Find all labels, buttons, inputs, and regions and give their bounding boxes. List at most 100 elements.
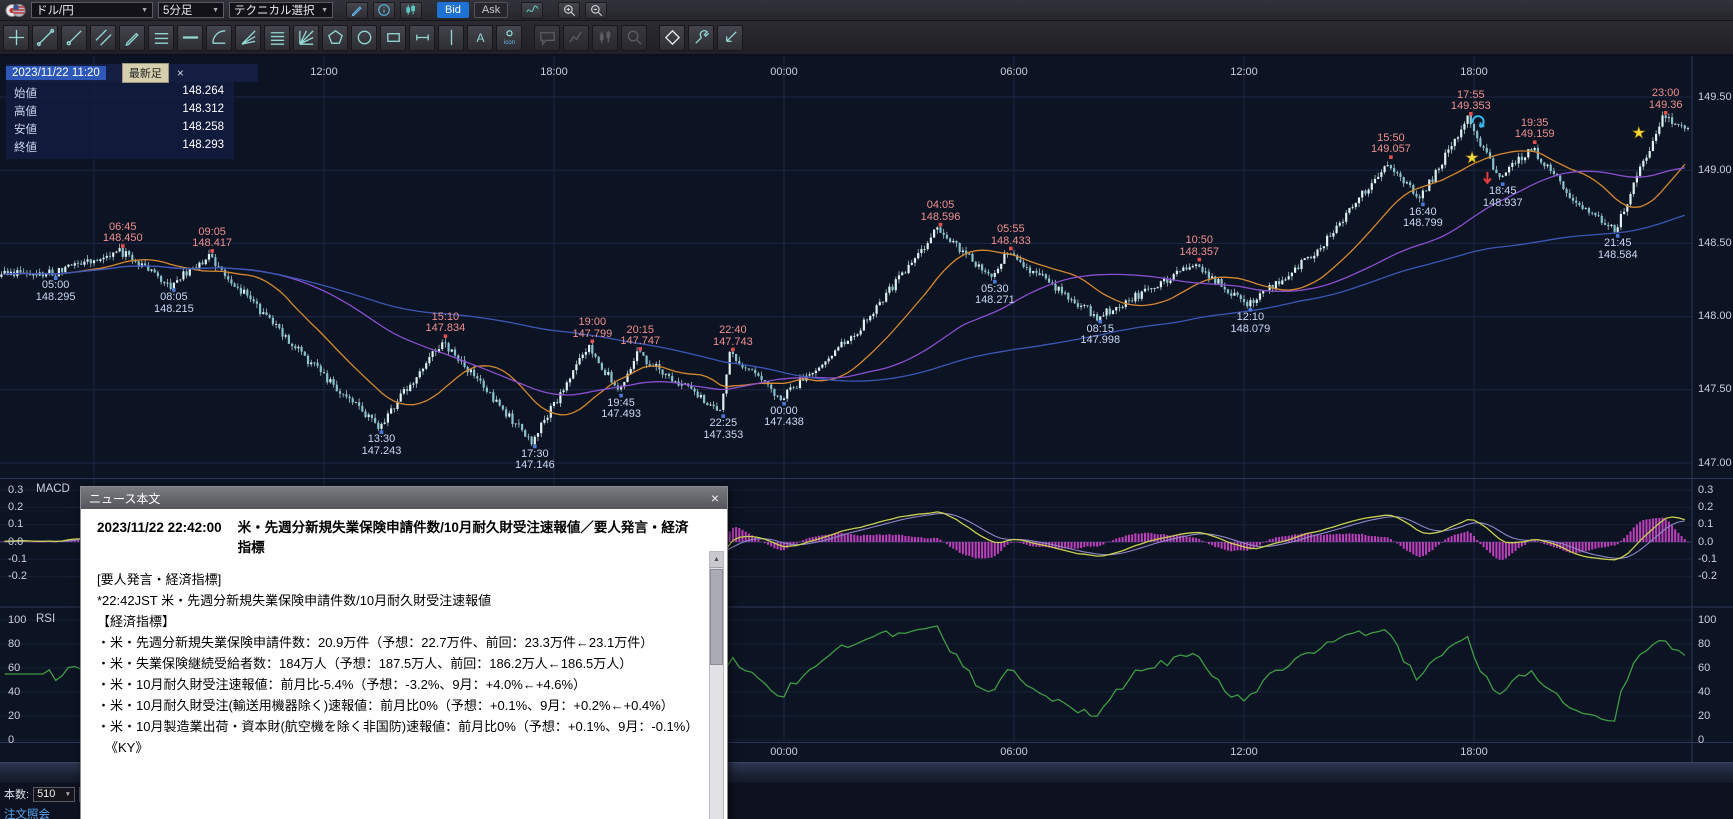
star-marker: ★ [1632, 125, 1646, 142]
pair-select[interactable]: ドル/円 ▼ [31, 2, 153, 18]
news-window-title: ニュース本文 [89, 490, 160, 507]
info-button[interactable] [373, 2, 395, 19]
zoom-in-button[interactable] [558, 2, 580, 19]
bid-button[interactable]: Bid [437, 2, 469, 18]
tool-ellipse-button[interactable] [351, 25, 377, 51]
pentagon-icon [326, 28, 345, 47]
star-marker: ★ [1465, 150, 1479, 167]
news-close-icon[interactable]: × [711, 491, 719, 505]
horizontal-line-icon [181, 28, 200, 47]
news-window-titlebar[interactable]: ニュース本文 × [81, 487, 727, 509]
news-scrollbar-thumb[interactable] [710, 569, 723, 665]
tool-eraser-button[interactable] [659, 25, 685, 51]
tool-trend-line-button[interactable] [32, 25, 58, 51]
tool-pencil-button[interactable] [119, 25, 145, 51]
chevron-down-icon: ▼ [65, 791, 71, 798]
settings-wrench-icon [692, 28, 711, 47]
tool-fibonacci-arc-button[interactable] [206, 25, 232, 51]
top-toolbar: ドル/円 ▼ 5分足 ▼ テクニカル選択 ▼ Bid Ask [0, 0, 1733, 21]
ohlc-row: 始値148.264 [6, 84, 234, 102]
candle-chart-icon [596, 28, 615, 47]
tool-vertical-line-button[interactable] [438, 25, 464, 51]
tool-pentagon-button[interactable] [322, 25, 348, 51]
technical-select[interactable]: テクニカル選択 ▼ [229, 2, 333, 18]
news-window: ニュース本文 × 2023/11/22 22:42:00 米・先週分新規失業保険… [80, 486, 728, 819]
comment-icon [538, 28, 557, 47]
pencil-icon [123, 28, 142, 47]
news-headline: 2023/11/22 22:42:00 米・先週分新規失業保険申請件数/10月耐… [81, 509, 727, 561]
candle-datetime: 2023/11/22 11:20 [6, 66, 106, 80]
magnifier-icon [625, 28, 644, 47]
timeframe-select[interactable]: 5分足 ▼ [158, 2, 224, 18]
ohlc-row: 終値148.293 [6, 138, 234, 156]
news-body-line: ・米・10月耐久財受注速報値：前月比-5.4%（予想：-3.2%、9月：+4.0… [97, 674, 693, 695]
scroll-up-icon[interactable]: ▲ [710, 552, 723, 568]
horizontal-lines-icon [152, 28, 171, 47]
news-headline-text: 米・先週分新規失業保険申請件数/10月耐久財受注速報値／要人発言・経済指標 [238, 518, 697, 559]
latest-candle-button[interactable]: 最新足 [122, 63, 169, 83]
candle-chart-button[interactable] [400, 2, 422, 19]
zoom-out-button[interactable] [585, 2, 607, 19]
candle-count-select[interactable]: 510 ▼ [33, 787, 75, 802]
tool-ray-line-button[interactable] [61, 25, 87, 51]
news-scrollbar[interactable]: ▲ [709, 551, 724, 819]
gann-fan-icon [297, 28, 316, 47]
tool-magnifier-button[interactable] [621, 25, 647, 51]
drawing-toolbar: Aicon [0, 21, 1733, 55]
tool-fibonacci-retracement-button[interactable] [264, 25, 290, 51]
vertical-line-icon [442, 28, 461, 47]
svg-text:icon: icon [503, 39, 515, 46]
candle-count-label: 本数: [4, 786, 29, 802]
tool-horizontal-line-button[interactable] [177, 25, 203, 51]
text-icon: A [471, 28, 490, 47]
pair-select-value: ドル/円 [36, 2, 74, 18]
svg-text:A: A [476, 31, 485, 45]
news-body-line: ・米・先週分新規失業保険申請件数：20.9万件（予想：22.7万件、前回：23.… [97, 632, 693, 653]
tool-horizontal-lines-button[interactable] [148, 25, 174, 51]
fibonacci-fan-icon [239, 28, 258, 47]
tool-line-chart-button[interactable] [563, 25, 589, 51]
tool-rectangle-button[interactable] [380, 25, 406, 51]
tool-parallel-channel-button[interactable] [90, 25, 116, 51]
news-body-line: ・米・10月耐久財受注(輸送用機器除く)速報値：前月比0%（予想：+0.1%、9… [97, 695, 693, 716]
eraser-icon [663, 28, 682, 47]
news-body-line: 《KY》 [97, 737, 693, 758]
news-body: [要人発言・経済指標]*22:42JST 米・先週分新規失業保険申請件数/10月… [97, 559, 693, 819]
tool-gann-fan-button[interactable] [293, 25, 319, 51]
fx-chart-window: ★ ★ ドル/円 ▼ 5分足 ▼ テクニカル選択 ▼ [0, 0, 1733, 819]
currency-pair-flag-icon [4, 3, 26, 18]
zoom-in-icon [562, 3, 577, 18]
tool-icon-stamp-button[interactable]: icon [496, 25, 522, 51]
ohlc-row: 安値148.258 [6, 120, 234, 138]
news-body-line: ・米・失業保険継続受給者数：184万人（予想：187.5万人、前回：186.2万… [97, 653, 693, 674]
tool-fibonacci-fan-button[interactable] [235, 25, 261, 51]
news-body-line: 【経済指標】 [97, 611, 693, 632]
crosshair-icon [7, 28, 26, 47]
tool-move-arrow-button[interactable] [717, 25, 743, 51]
order-inquiry-link[interactable]: 注文照会 [4, 806, 50, 819]
chevron-down-icon: ▼ [212, 7, 219, 14]
ray-line-icon [65, 28, 84, 47]
pencil-icon [350, 3, 364, 17]
infobox-close-icon[interactable]: × [177, 66, 184, 80]
ask-button[interactable]: Ask [474, 2, 508, 18]
draw-edit-button[interactable] [346, 2, 368, 19]
tool-settings-wrench-button[interactable] [688, 25, 714, 51]
chevron-down-icon: ▼ [321, 7, 328, 14]
horizontal-segment-icon [413, 28, 432, 47]
tool-horizontal-segment-button[interactable] [409, 25, 435, 51]
ellipse-icon [355, 28, 374, 47]
zoom-out-icon [589, 3, 604, 18]
tool-candle-chart-button[interactable] [592, 25, 618, 51]
ohlc-row: 高値148.312 [6, 102, 234, 120]
tool-comment-button[interactable] [534, 25, 560, 51]
tool-crosshair-button[interactable] [3, 25, 29, 51]
news-datetime: 2023/11/22 22:42:00 [97, 518, 222, 559]
timeframe-select-value: 5分足 [163, 2, 192, 18]
candle-chart-icon [404, 3, 418, 17]
news-body-line: ・米・10月製造業出荷・資本財(航空機を除く非国防)速報値：前月比0%（予想：+… [97, 716, 693, 737]
wave-chart-button[interactable] [521, 2, 543, 19]
wave-chart-icon [525, 3, 540, 17]
fibonacci-retracement-icon [268, 28, 287, 47]
tool-text-button[interactable]: A [467, 25, 493, 51]
